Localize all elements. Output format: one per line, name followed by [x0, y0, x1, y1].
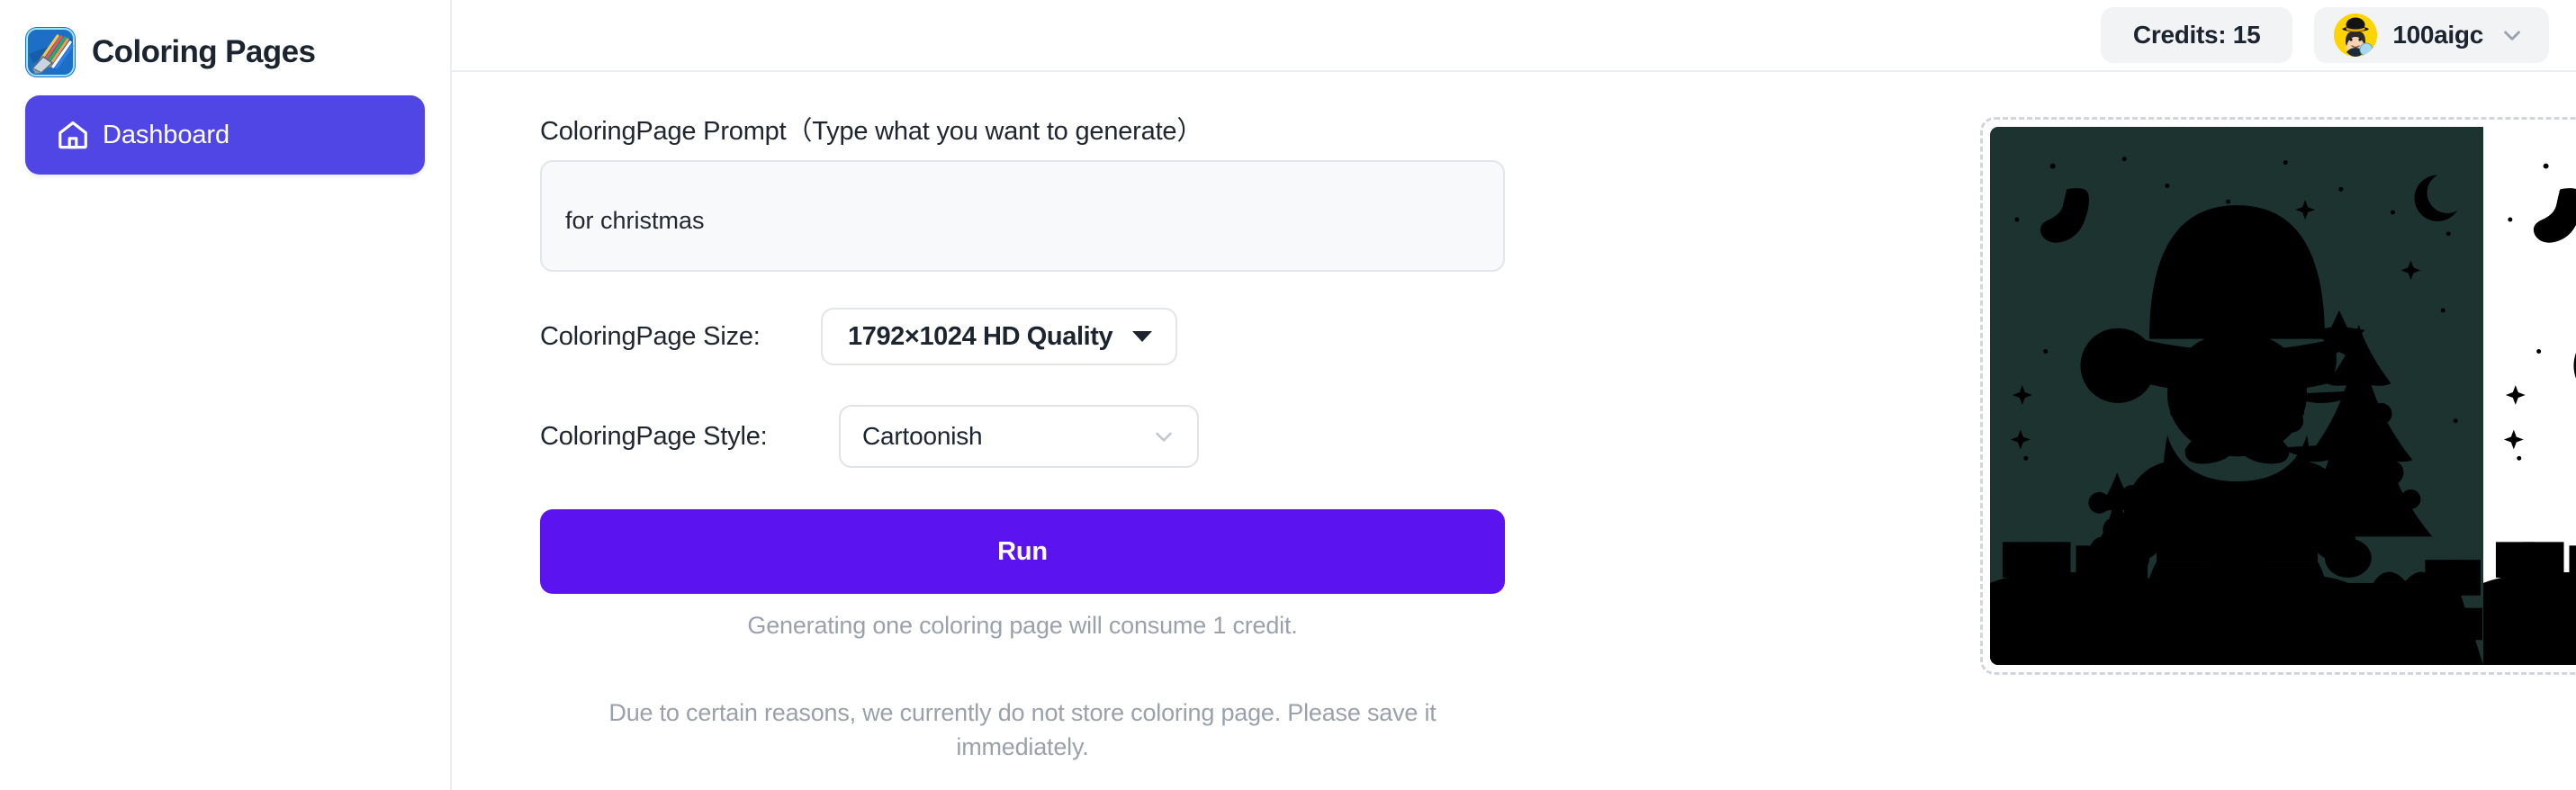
- user-menu-button[interactable]: 100aigc: [2314, 7, 2549, 63]
- generated-coloring-page-image[interactable]: .colored .bg { fill:#1c3330; } .colored …: [1990, 127, 2576, 665]
- topbar: Credits: 15 100aigc: [452, 0, 2576, 72]
- style-label: ColoringPage Style:: [540, 421, 768, 451]
- size-label: ColoringPage Size:: [540, 321, 761, 351]
- chevron-down-icon: [2504, 31, 2520, 40]
- avatar: [2334, 13, 2378, 57]
- prompt-input[interactable]: for christmas: [540, 160, 1505, 272]
- run-button[interactable]: Run: [540, 509, 1505, 594]
- sidebar-item-label: Dashboard: [103, 120, 230, 149]
- content-column: Credits: 15 100aigc ColoringPage Prompt（…: [452, 0, 2576, 790]
- sidebar: Coloring Pages Dashboard: [0, 0, 452, 790]
- credits-badge[interactable]: Credits: 15: [2100, 7, 2293, 63]
- chevron-down-icon: [1156, 432, 1172, 442]
- style-select[interactable]: Cartoonish: [839, 405, 1199, 468]
- generator-form: ColoringPage Prompt（Type what you want t…: [452, 110, 1505, 765]
- brand-title: Coloring Pages: [92, 34, 316, 69]
- size-dropdown[interactable]: 1792×1024 HD Quality: [821, 308, 1178, 365]
- credits-label: Credits: 15: [2132, 21, 2261, 49]
- home-icon: [59, 121, 87, 149]
- main-content: ColoringPage Prompt（Type what you want t…: [452, 72, 2576, 790]
- style-value: Cartoonish: [862, 422, 983, 450]
- user-name-label: 100aigc: [2392, 21, 2483, 49]
- size-value: 1792×1024 HD Quality: [848, 321, 1113, 351]
- style-row: ColoringPage Style: Cartoonish: [540, 405, 1419, 468]
- preview-frame[interactable]: .colored .bg { fill:#1c3330; } .colored …: [1980, 117, 2576, 675]
- storage-notice: Due to certain reasons, we currently do …: [608, 699, 1437, 761]
- sidebar-item-dashboard[interactable]: Dashboard: [25, 95, 425, 175]
- colored-pencils-app-icon: [25, 27, 76, 77]
- sidebar-nav: Dashboard: [0, 72, 450, 175]
- app-root: Coloring Pages Dashboard Credits: 15 100…: [0, 0, 2576, 790]
- size-row: ColoringPage Size: 1792×1024 HD Quality: [540, 308, 1419, 365]
- credit-hint: Generating one coloring page will consum…: [747, 612, 1298, 639]
- triangle-down-icon: [1132, 331, 1153, 342]
- brand: Coloring Pages: [0, 0, 450, 77]
- prompt-label: ColoringPage Prompt（Type what you want t…: [540, 117, 1203, 146]
